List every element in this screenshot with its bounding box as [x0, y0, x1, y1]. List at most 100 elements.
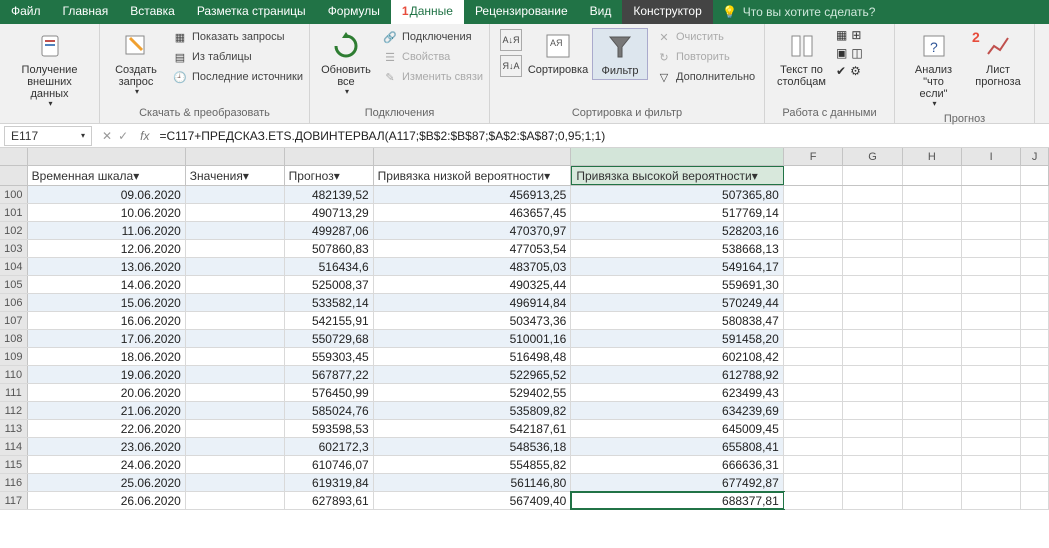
name-box[interactable]: E117▾ — [4, 126, 92, 146]
cell[interactable]: 570249,44 — [571, 294, 783, 311]
cell[interactable] — [962, 276, 1021, 293]
cell[interactable] — [843, 456, 902, 473]
cell[interactable] — [1021, 474, 1049, 491]
cell[interactable] — [903, 258, 962, 275]
cell[interactable] — [186, 402, 285, 419]
th-low[interactable]: Привязка низкой вероятности▾ — [374, 166, 572, 185]
cell[interactable] — [1021, 384, 1049, 401]
cell[interactable]: 602108,42 — [571, 348, 783, 365]
cell[interactable] — [1021, 186, 1049, 203]
cell[interactable] — [186, 456, 285, 473]
cell[interactable] — [1021, 222, 1049, 239]
row-header[interactable]: 105 — [0, 276, 28, 293]
cell[interactable]: 655808,41 — [571, 438, 783, 455]
cell[interactable]: 13.06.2020 — [28, 258, 186, 275]
cell[interactable] — [784, 312, 843, 329]
cell[interactable] — [843, 366, 902, 383]
filter-icon[interactable]: ▾ — [752, 169, 758, 183]
row-header[interactable]: 111 — [0, 384, 28, 401]
cell[interactable]: 10.06.2020 — [28, 204, 186, 221]
row-header[interactable]: 102 — [0, 222, 28, 239]
cell[interactable] — [962, 294, 1021, 311]
row-header[interactable]: 101 — [0, 204, 28, 221]
text-to-columns-button[interactable]: Текст по столбцам — [773, 28, 830, 90]
cell[interactable] — [962, 384, 1021, 401]
cell[interactable] — [962, 186, 1021, 203]
cell[interactable]: 482139,52 — [285, 186, 374, 203]
tell-me-search[interactable]: 💡 Что вы хотите сделать? — [713, 0, 886, 24]
cell[interactable] — [1021, 258, 1049, 275]
cell[interactable] — [962, 348, 1021, 365]
cell[interactable]: 585024,76 — [285, 402, 374, 419]
cell[interactable]: 499287,06 — [285, 222, 374, 239]
cell[interactable] — [962, 366, 1021, 383]
cell[interactable] — [784, 384, 843, 401]
cell[interactable]: 549164,17 — [571, 258, 783, 275]
cell[interactable] — [903, 204, 962, 221]
cell[interactable] — [186, 312, 285, 329]
cell[interactable] — [903, 492, 962, 509]
cell[interactable]: 529402,55 — [374, 384, 572, 401]
cell[interactable]: 11.06.2020 — [28, 222, 186, 239]
cell[interactable] — [962, 474, 1021, 491]
cell[interactable] — [186, 222, 285, 239]
cell[interactable] — [1021, 492, 1049, 509]
cell[interactable]: 576450,99 — [285, 384, 374, 401]
cell[interactable] — [784, 456, 843, 473]
cell[interactable] — [1021, 312, 1049, 329]
cell[interactable] — [1021, 330, 1049, 347]
cell[interactable]: 25.06.2020 — [28, 474, 186, 491]
cell[interactable]: 538668,13 — [571, 240, 783, 257]
cell[interactable]: 522965,52 — [374, 366, 572, 383]
recent-sources-button[interactable]: 🕘Последние источники — [170, 68, 305, 86]
col-C[interactable] — [285, 148, 374, 165]
cancel-formula-icon[interactable]: ✕ — [102, 129, 112, 143]
cell[interactable] — [903, 366, 962, 383]
cell[interactable]: 610746,07 — [285, 456, 374, 473]
cell[interactable] — [903, 222, 962, 239]
cell[interactable]: 22.06.2020 — [28, 420, 186, 437]
cell[interactable] — [1021, 438, 1049, 455]
cell[interactable] — [903, 420, 962, 437]
cell[interactable]: 21.06.2020 — [28, 402, 186, 419]
show-queries-button[interactable]: ▦Показать запросы — [170, 28, 305, 46]
cell[interactable] — [903, 402, 962, 419]
filter-icon[interactable]: ▾ — [334, 169, 340, 183]
cell[interactable] — [784, 492, 843, 509]
cell[interactable] — [843, 330, 902, 347]
col-I[interactable]: I — [962, 148, 1021, 165]
cell[interactable] — [962, 204, 1021, 221]
data-validation-icon[interactable]: ✔ — [836, 64, 846, 78]
cell[interactable] — [962, 240, 1021, 257]
manage-data-icon[interactable]: ⚙ — [850, 64, 861, 78]
cell[interactable] — [186, 420, 285, 437]
remove-dup-icon[interactable]: ▣ — [836, 46, 847, 60]
cell[interactable] — [1021, 456, 1049, 473]
row-header[interactable] — [0, 166, 28, 185]
row-header[interactable]: 113 — [0, 420, 28, 437]
cell[interactable] — [962, 330, 1021, 347]
formula-input[interactable] — [155, 127, 1049, 145]
cell[interactable] — [903, 330, 962, 347]
cell[interactable] — [186, 366, 285, 383]
cell[interactable]: 15.06.2020 — [28, 294, 186, 311]
cell[interactable] — [784, 240, 843, 257]
cell[interactable] — [1021, 420, 1049, 437]
th-timeline[interactable]: Временная шкала▾ — [28, 166, 186, 185]
select-all-corner[interactable] — [0, 148, 28, 165]
sort-asc-button[interactable]: A↓Я — [498, 28, 524, 52]
cell[interactable] — [843, 222, 902, 239]
row-header[interactable]: 112 — [0, 402, 28, 419]
row-header[interactable]: 107 — [0, 312, 28, 329]
cell[interactable] — [186, 330, 285, 347]
what-if-button[interactable]: ? Анализ "что если"▾ — [903, 28, 964, 111]
tab-design[interactable]: Конструктор — [622, 0, 712, 24]
row-header[interactable]: 115 — [0, 456, 28, 473]
new-query-button[interactable]: Создать запрос▾ — [108, 28, 164, 99]
cell[interactable]: 559303,45 — [285, 348, 374, 365]
tab-home[interactable]: Главная — [52, 0, 120, 24]
cell[interactable] — [784, 186, 843, 203]
cell[interactable]: 516434,6 — [285, 258, 374, 275]
consolidate-icon[interactable]: ⊞ — [851, 28, 861, 42]
cell[interactable] — [784, 420, 843, 437]
